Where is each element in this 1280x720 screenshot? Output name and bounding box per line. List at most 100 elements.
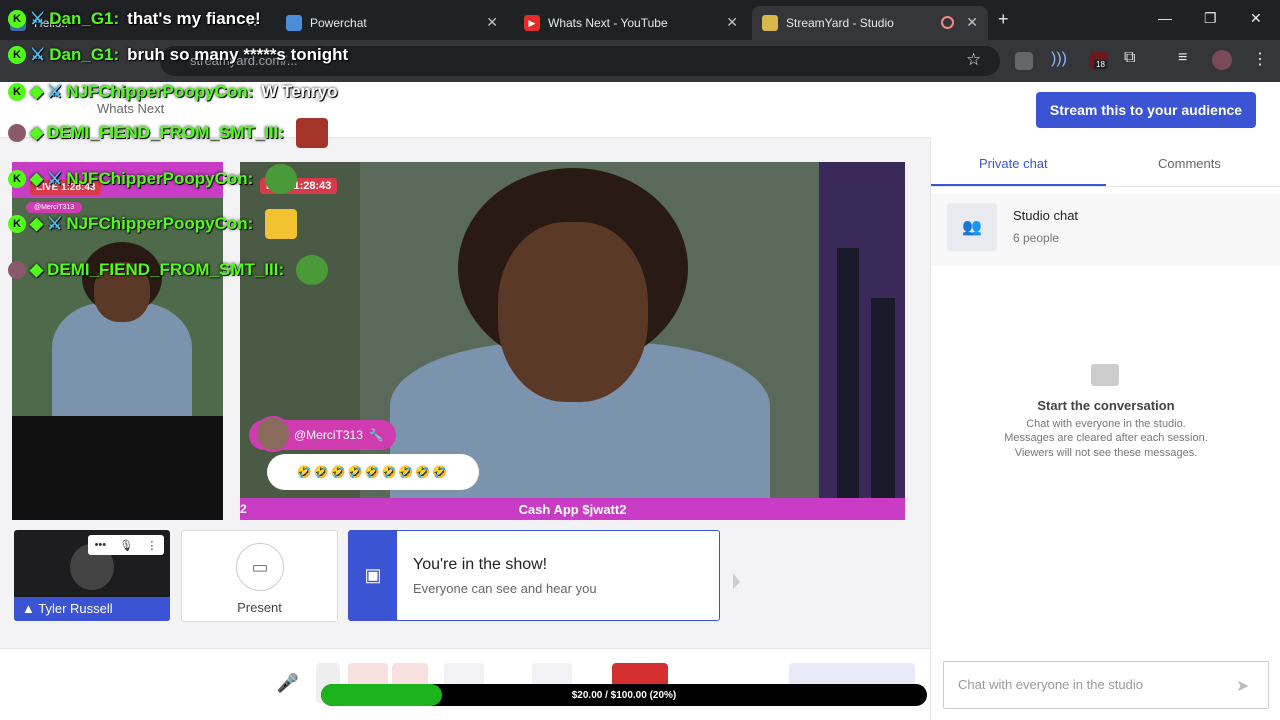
overlay-username: NJFChipperPoopyCon:	[66, 214, 254, 233]
tab-label: Whats Next - YouTube	[548, 16, 668, 30]
sword-badge-icon: ⚔	[30, 9, 46, 28]
kebab-menu-icon[interactable]: ⋮	[1252, 49, 1268, 69]
donation-goal-bar: $20.00 / $100.00 (20%)	[321, 684, 927, 706]
tab-powerchat[interactable]: Powerchat ✕	[276, 6, 508, 40]
tab-youtube[interactable]: ▶ Whats Next - YouTube ✕	[514, 6, 748, 40]
media-control-icon[interactable]: ≡	[1178, 49, 1187, 67]
pepe-emote-icon	[296, 255, 329, 285]
overlay-chat-message: ◆ DEMI_FIEND_FROM_SMT_III:	[8, 118, 329, 148]
overlay-username: NJFChipperPoopyCon:	[66, 169, 254, 188]
microphone-button[interactable]: 🎤	[268, 663, 308, 703]
overlay-text: W Tenryo	[261, 82, 338, 101]
more-dots-icon[interactable]: •••	[95, 539, 107, 551]
commenter-name: @MerciT313	[294, 428, 363, 442]
camera-name-bar: ▲ Tyler Russell	[14, 597, 170, 621]
camera-tile[interactable]: ••• 🎙 ⋮ ▲ Tyler Russell	[14, 530, 170, 621]
kick-badge-icon: K	[8, 170, 26, 188]
bookmark-star-icon[interactable]: ☆	[966, 50, 981, 70]
in-show-title: You're in the show!	[413, 556, 548, 573]
close-tab-icon[interactable]: ✕	[966, 14, 978, 31]
overlay-chat-message: K ⚔ Dan_G1: that's my fiance!	[8, 6, 261, 32]
tabs-divider	[931, 186, 1280, 187]
audio-extension-icon[interactable]: )))	[1051, 50, 1067, 68]
pepe-emote-icon	[265, 164, 298, 194]
studio-chat-count: 6 people	[1013, 231, 1060, 245]
tab-label: Powerchat	[310, 16, 367, 30]
extension-icon[interactable]	[1015, 52, 1033, 70]
camera-tile-tools: ••• 🎙 ⋮	[88, 535, 164, 555]
sword-badge-icon: ⚔	[47, 214, 63, 233]
cash-app-banner: Cash App $jwatt2	[240, 498, 905, 520]
puzzle-icon[interactable]: ⧉	[1124, 49, 1135, 67]
close-tab-icon[interactable]: ✕	[726, 14, 738, 31]
extension-badge-count: 18	[1094, 60, 1107, 69]
kick-badge-icon: K	[8, 83, 26, 101]
present-screen-icon: ▭	[236, 543, 284, 591]
microphone-icon[interactable]: 🎙	[119, 539, 133, 552]
camera-name: Tyler Russell	[38, 601, 113, 616]
kick-badge-icon: K	[8, 215, 26, 233]
main-scene: LIVE 1:28:43 @MerciT313 🔧 🤣🤣🤣🤣🤣🤣🤣🤣🤣 Cash…	[240, 162, 905, 520]
tab-comments[interactable]: Comments	[1158, 156, 1221, 171]
powerchat-icon	[286, 15, 302, 31]
in-show-notice: ▣ You're in the show! Everyone can see a…	[348, 530, 720, 621]
overlay-username: Dan_G1:	[49, 9, 120, 28]
kick-badge-icon: K	[8, 10, 26, 28]
studio-chat-card[interactable]: 👥 Studio chat 6 people	[931, 194, 1280, 266]
youtube-icon: ▶	[524, 15, 540, 31]
chat-input-placeholder: Chat with everyone in the studio	[958, 677, 1143, 692]
overlay-text: bruh so many *****s tonight	[127, 45, 349, 64]
minimize-icon[interactable]: —	[1158, 10, 1172, 26]
wrench-icon: 🔧	[368, 428, 384, 442]
extension-badge-icon[interactable]: 18	[1090, 52, 1108, 70]
restore-icon[interactable]: ❐	[1204, 10, 1217, 27]
banner-side-text: 2	[240, 502, 247, 516]
gem-badge-icon: ◆	[30, 169, 44, 188]
emote-icon	[296, 118, 329, 148]
new-tab-button[interactable]: +	[998, 9, 1009, 30]
chat-panel: Private chat Comments 👥 Studio chat 6 pe…	[930, 138, 1280, 720]
close-tab-icon[interactable]: ✕	[486, 14, 498, 31]
overlay-text: that's my fiance!	[127, 9, 261, 28]
gem-badge-icon: ◆	[30, 123, 44, 142]
skyline-tower	[837, 248, 859, 498]
featured-comment-text: 🤣🤣🤣🤣🤣🤣🤣🤣🤣	[267, 454, 479, 490]
close-window-icon[interactable]: ✕	[1250, 10, 1262, 27]
sword-badge-icon: ⚔	[47, 82, 63, 101]
user-avatar	[8, 124, 26, 142]
sword-badge-icon: ⚔	[30, 45, 46, 64]
recording-icon	[941, 16, 954, 29]
empty-state-line: Viewers will not see these messages.	[1014, 447, 1198, 459]
overlay-chat-message: K ◆ ⚔ NJFChipperPoopyCon:	[8, 209, 298, 239]
tab-private-chat[interactable]: Private chat	[979, 156, 1048, 171]
stream-to-audience-button[interactable]: Stream this to your audience	[1036, 92, 1256, 128]
overlay-chat-message: ◆ DEMI_FIEND_FROM_SMT_III:	[8, 255, 329, 285]
overlay-chat-message: K ⚔ Dan_G1: bruh so many *****s tonight	[8, 42, 348, 68]
kebab-menu-icon[interactable]: ⋮	[146, 539, 157, 552]
profile-avatar[interactable]	[1212, 50, 1232, 70]
commenter-avatar	[255, 416, 291, 452]
in-show-subtitle: Everyone can see and hear you	[413, 581, 597, 596]
studio-chat-input[interactable]: Chat with everyone in the studio ➤	[943, 661, 1269, 709]
person-face	[498, 222, 648, 402]
gem-badge-icon: ◆	[30, 214, 44, 233]
tab-streamyard[interactable]: StreamYard - Studio ✕	[752, 6, 988, 40]
empty-state-line: Messages are cleared after each session.	[1004, 432, 1208, 444]
person-icon: ▲	[22, 601, 39, 616]
kick-badge-icon: K	[8, 46, 26, 64]
gem-badge-icon: ◆	[30, 260, 44, 279]
group-icon: 👥	[947, 203, 997, 251]
overlay-username: DEMI_FIEND_FROM_SMT_III:	[47, 123, 285, 142]
skyline-tower	[871, 298, 895, 498]
send-icon[interactable]: ➤	[1236, 676, 1254, 695]
present-label: Present	[237, 600, 282, 615]
active-tab-underline	[931, 184, 1106, 186]
streamyard-icon	[762, 15, 778, 31]
overlay-username: NJFChipperPoopyCon:	[66, 82, 254, 101]
user-avatar	[8, 261, 26, 279]
present-tile[interactable]: ▭ Present	[181, 530, 338, 622]
overlay-username: DEMI_FIEND_FROM_SMT_III:	[47, 260, 285, 279]
sword-badge-icon: ⚔	[47, 169, 63, 188]
overlay-username: Dan_G1:	[49, 45, 120, 64]
chat-bubble-icon	[1091, 364, 1119, 386]
